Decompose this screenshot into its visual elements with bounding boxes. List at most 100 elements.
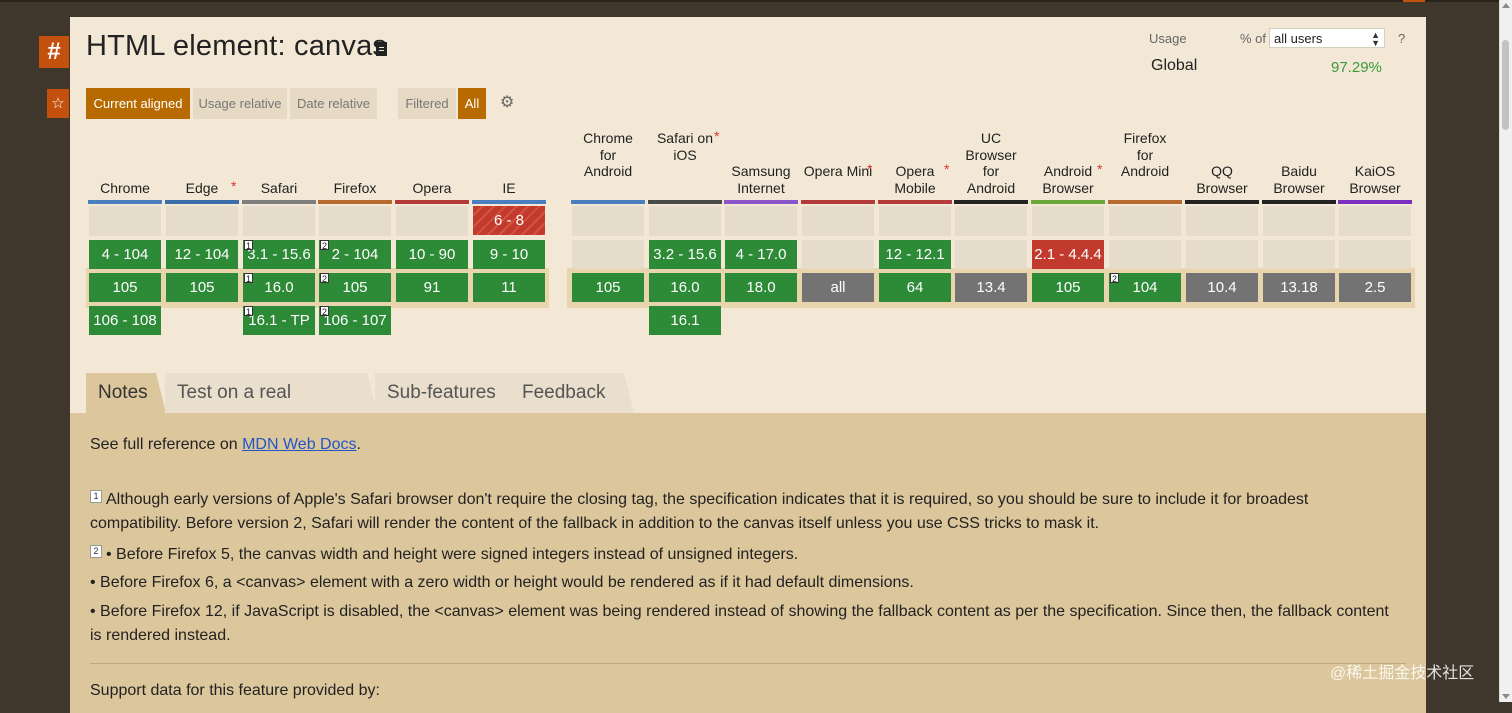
tab-notes[interactable]: Notes [86, 373, 166, 413]
support-cell[interactable]: 10.4 [1186, 273, 1258, 302]
support-cell[interactable]: 16.1 [649, 306, 721, 335]
note-number: 2 [1110, 273, 1119, 284]
support-cell[interactable]: 105 [572, 273, 644, 302]
support-cell[interactable]: 2.1 - 4.4.4 [1032, 240, 1104, 269]
support-cell[interactable]: 16.0 [649, 273, 721, 302]
support-cell [879, 206, 951, 236]
support-version: 105 [1055, 279, 1081, 296]
support-cell[interactable]: 106 - 107 2 [319, 306, 391, 335]
anchor-link[interactable]: # [39, 36, 69, 68]
support-cell[interactable]: 16.1 - TP 1 [243, 306, 315, 335]
gear-icon[interactable]: ⚙ [500, 95, 516, 111]
browser-color-bar [1108, 200, 1182, 204]
support-cell[interactable]: 105 [1032, 273, 1104, 302]
support-version: 105 [189, 279, 215, 296]
support-cell [572, 206, 644, 236]
global-usage-percent: 97.29% [1331, 59, 1382, 76]
help-icon[interactable]: ? [1398, 31, 1405, 46]
browser-color-bar [1262, 200, 1336, 204]
support-cell[interactable]: 16.0 1 [243, 273, 315, 302]
notes-divider [90, 663, 1406, 664]
browser-name: Edge [185, 179, 219, 196]
support-cell[interactable]: 2 - 104 2 [319, 240, 391, 269]
support-cell[interactable]: 2.5 [1339, 273, 1411, 302]
support-cell[interactable]: 91 [396, 273, 468, 302]
browser-name: Firefox [333, 179, 377, 196]
note-2c: • Before Firefox 12, if JavaScript is di… [90, 603, 1389, 644]
support-cell [649, 206, 721, 236]
usage-relative-button[interactable]: Usage relative [193, 88, 287, 119]
support-cell[interactable]: 3.2 - 15.6 [649, 240, 721, 269]
support-cell[interactable]: 13.4 [955, 273, 1027, 302]
support-cell[interactable]: 105 [166, 273, 238, 302]
reference-prefix: See full reference on [90, 436, 243, 453]
support-cell[interactable]: 105 [89, 273, 161, 302]
mdn-link[interactable]: MDN Web Docs [242, 436, 356, 453]
browser-name: Safari [260, 179, 298, 196]
tab-test-browser[interactable]: Test on a real browser [165, 373, 377, 443]
support-cell[interactable]: 11 [473, 273, 545, 302]
tab-sub-features[interactable]: Sub-features [375, 373, 521, 413]
filtered-button[interactable]: Filtered [398, 88, 456, 119]
note-asterisk-icon: * [944, 161, 950, 177]
support-version: all [830, 279, 846, 296]
support-cell[interactable]: 12 - 12.1 [879, 240, 951, 269]
support-cell[interactable]: 3.1 - 15.6 1 [243, 240, 315, 269]
reference-line: See full reference on MDN Web Docs. [90, 433, 1390, 457]
watermark: @稀土掘金技术社区 [1330, 665, 1475, 682]
browser-color-bar [395, 200, 469, 204]
note-number: 2 [90, 545, 102, 558]
scroll-up-icon[interactable] [1502, 3, 1510, 8]
support-cell[interactable]: 104 2 [1109, 273, 1181, 302]
support-cell[interactable]: 4 - 17.0 [725, 240, 797, 269]
support-version: 10 - 90 [408, 246, 456, 263]
date-relative-button[interactable]: Date relative [290, 88, 377, 119]
note-number: 1 [244, 273, 253, 284]
reference-suffix: . [356, 436, 361, 453]
support-cell[interactable]: all [802, 273, 874, 302]
support-cell [955, 206, 1027, 236]
note-number: 1 [90, 490, 102, 503]
browser-name: Chrome for Android [583, 130, 633, 179]
support-cell [1263, 206, 1335, 236]
support-version: 91 [423, 279, 441, 296]
top-border [0, 0, 1500, 2]
support-cell [243, 206, 315, 236]
browser-color-bar [801, 200, 875, 204]
percent-of-label: % of [1240, 31, 1267, 46]
note-2a-text: • Before Firefox 5, the canvas width and… [106, 546, 799, 563]
support-cell[interactable]: 13.18 [1263, 273, 1335, 302]
support-cell[interactable]: 106 - 108 [89, 306, 161, 335]
support-version: 10.4 [1207, 279, 1237, 296]
scroll-down-icon[interactable] [1502, 694, 1510, 699]
support-cell[interactable]: 105 2 [319, 273, 391, 302]
support-cell[interactable]: 64 [879, 273, 951, 302]
tab-feedback[interactable]: Feedback [510, 373, 634, 413]
browser-color-bar [1185, 200, 1259, 204]
users-select[interactable]: all users ▲ ▼ [1269, 28, 1385, 48]
star-icon[interactable]: ☆ [47, 89, 69, 118]
note-1-text: Although early versions of Apple's Safar… [90, 491, 1309, 532]
browser-name: Opera Mini [803, 163, 873, 179]
support-cell[interactable]: 6 - 8 [473, 206, 545, 235]
support-version: 13.4 [976, 279, 1006, 296]
support-cell[interactable]: 4 - 104 [89, 240, 161, 269]
scroll-thumb[interactable] [1502, 40, 1509, 130]
support-version: 2.1 - 4.4.4 [1034, 246, 1102, 263]
support-cell [725, 206, 797, 236]
support-cell[interactable]: 9 - 10 [473, 240, 545, 269]
support-cell [1032, 206, 1104, 236]
support-version: 6 - 8 [493, 212, 524, 229]
vertical-scrollbar[interactable] [1499, 0, 1512, 702]
support-cell [89, 206, 161, 236]
support-version: 2.5 [1364, 279, 1386, 296]
support-cell[interactable]: 12 - 104 [166, 240, 238, 269]
document-icon[interactable] [376, 42, 387, 56]
support-version: 16.0 [264, 279, 294, 296]
support-version: 2 - 104 [331, 246, 379, 263]
current-aligned-button[interactable]: Current aligned [86, 88, 190, 119]
browser-color-bar [88, 200, 162, 204]
support-cell[interactable]: 10 - 90 [396, 240, 468, 269]
support-cell[interactable]: 18.0 [725, 273, 797, 302]
all-button[interactable]: All [458, 88, 486, 119]
